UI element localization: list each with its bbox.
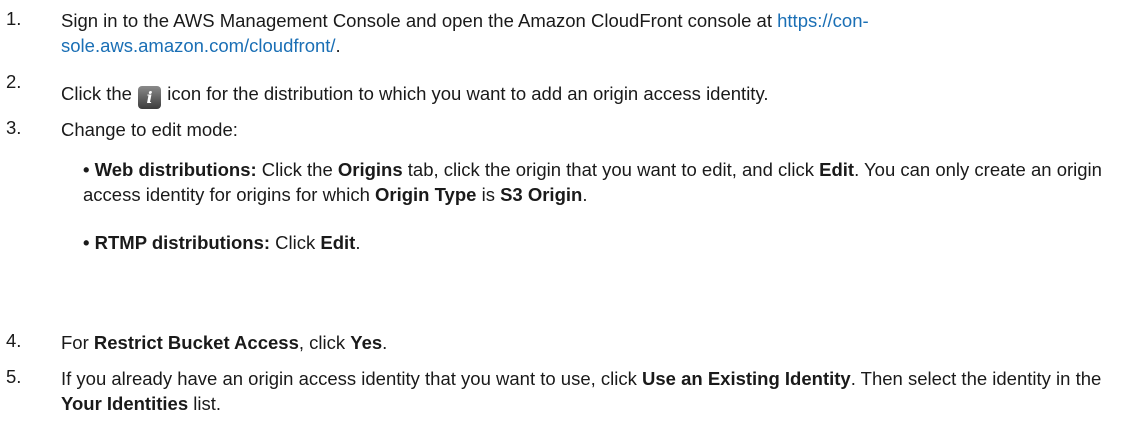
step-text: Change to edit mode: bbox=[61, 119, 238, 140]
step-bold: Use an Existing Identity bbox=[642, 368, 851, 389]
bullet-text: is bbox=[476, 184, 501, 205]
step-bold: Yes bbox=[350, 332, 383, 353]
bullet-bold: Edit bbox=[819, 159, 855, 180]
step-text-pre: Sign in to the AWS Management Console an… bbox=[61, 10, 778, 31]
bullet-dot: • bbox=[83, 159, 95, 180]
bullet-bold: S3 Origin bbox=[500, 184, 583, 205]
bullet-text: tab, click the origin that you want to e… bbox=[402, 159, 820, 180]
step-text: If you already have an origin access ide… bbox=[61, 366, 1118, 416]
info-icon: i bbox=[138, 86, 162, 109]
bullet-bold: Origins bbox=[337, 159, 403, 180]
step-bold: Your Identities bbox=[61, 393, 189, 414]
bullet-text: Click bbox=[270, 232, 321, 253]
step-text-part: . bbox=[382, 332, 388, 353]
step-text: Click the i icon for the distribution to… bbox=[61, 81, 1118, 109]
bullet-bold: Edit bbox=[320, 232, 356, 253]
step-text-part: . Then select the identity in the bbox=[850, 368, 1102, 389]
bullet-lead: RTMP distributions: bbox=[94, 232, 271, 253]
step-text-part: , click bbox=[298, 332, 351, 353]
bullet-text: Click the bbox=[256, 159, 338, 180]
bullet-text: . bbox=[582, 184, 588, 205]
bullet-bold: Origin Type bbox=[375, 184, 477, 205]
step-text-part: list. bbox=[188, 393, 222, 414]
bullet-rtmp-distributions: • RTMP distributions: Click Edit. bbox=[83, 230, 1118, 255]
bullet-text: . bbox=[355, 232, 361, 253]
bullet-web-distributions: • Web distributions: Click the Origins t… bbox=[83, 157, 1118, 207]
step-text-pre: Click the bbox=[61, 83, 138, 104]
step-number: 1. bbox=[6, 8, 22, 29]
step-bold: Restrict Bucket Access bbox=[93, 332, 299, 353]
link-part-2: sole.aws.amazon.com/cloudfront/ bbox=[61, 35, 336, 56]
step-text: Sign in to the AWS Management Console an… bbox=[61, 8, 1118, 58]
step-number: 5. bbox=[6, 366, 22, 387]
step-text-post: icon for the distribution to which you w… bbox=[162, 83, 769, 104]
step-text-post: . bbox=[335, 35, 341, 56]
bullet-lead: Web distributions: bbox=[94, 159, 257, 180]
step-number: 2. bbox=[6, 71, 22, 92]
step-text: For Restrict Bucket Access, click Yes. bbox=[61, 330, 1118, 355]
link-part-1: https://con- bbox=[777, 10, 869, 31]
step-number: 3. bbox=[6, 117, 22, 138]
bullet-dot: • bbox=[83, 232, 95, 253]
step-text-part: If you already have an origin access ide… bbox=[61, 368, 643, 389]
step-number: 4. bbox=[6, 330, 22, 351]
step-text-part: For bbox=[61, 332, 94, 353]
